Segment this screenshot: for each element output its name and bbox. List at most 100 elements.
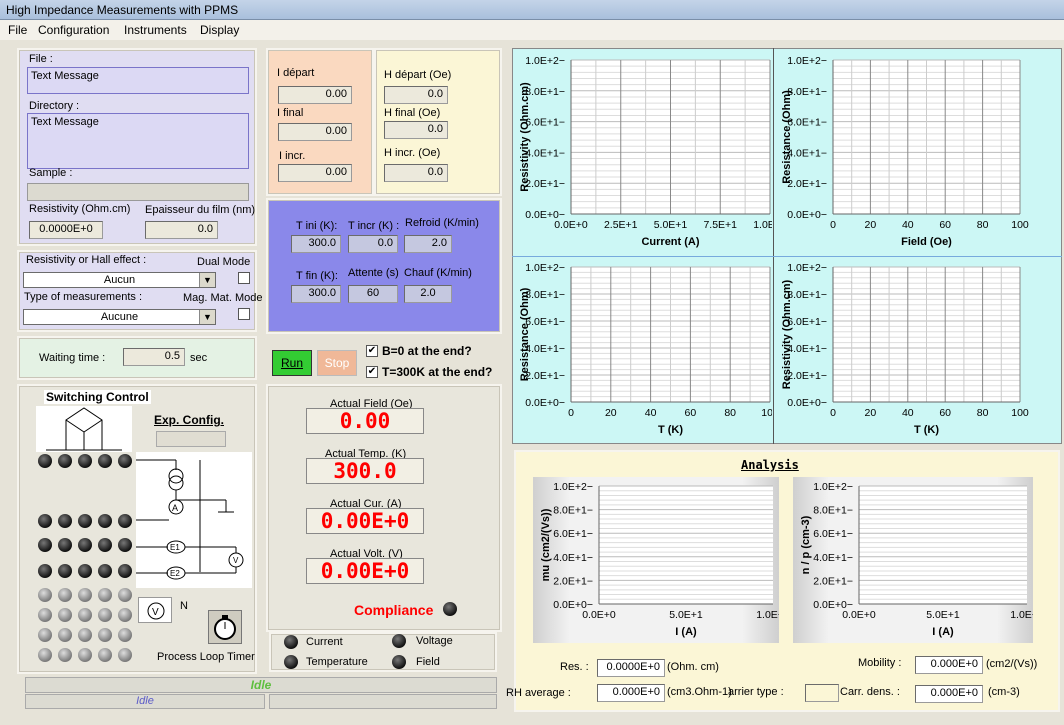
switch-led[interactable] (78, 454, 92, 468)
switch-led[interactable] (58, 648, 72, 662)
i-start-field[interactable]: 0.00 (278, 86, 352, 104)
actual-volt-value: 0.00E+0 (306, 558, 424, 584)
thickness-field[interactable]: 0.0 (145, 221, 218, 239)
attente-field[interactable]: 60 (348, 285, 398, 303)
y-tick-label: 2.0E+1− (525, 178, 565, 190)
y-tick-label: 4.0E+1− (553, 552, 593, 564)
directory-label: Directory : (29, 100, 80, 112)
mobility-field[interactable]: 0.000E+0 (915, 656, 983, 674)
menu-display[interactable]: Display (200, 23, 239, 37)
switch-led[interactable] (58, 454, 72, 468)
switch-led[interactable] (98, 648, 112, 662)
switch-led[interactable] (118, 454, 132, 468)
switch-led[interactable] (98, 538, 112, 552)
i-final-field[interactable]: 0.00 (278, 123, 352, 141)
refroid-label: Refroid (K/min) (405, 217, 479, 229)
switch-led[interactable] (38, 588, 52, 602)
switch-led[interactable] (98, 628, 112, 642)
switch-led[interactable] (78, 514, 92, 528)
res-field[interactable]: 0.0000E+0 (597, 659, 665, 677)
switch-led[interactable] (38, 628, 52, 642)
switch-led[interactable] (58, 514, 72, 528)
chauf-field[interactable]: 2.0 (404, 285, 452, 303)
effect-select[interactable]: Aucun ▼ (23, 272, 216, 288)
switch-led[interactable] (98, 454, 112, 468)
x-axis-label: Current (A) (641, 236, 699, 248)
h-incr-field[interactable]: 0.0 (384, 164, 448, 182)
temperature-indicator-label: Temperature (306, 656, 368, 668)
switch-led[interactable] (118, 608, 132, 622)
switch-led[interactable] (78, 588, 92, 602)
menu-instruments[interactable]: Instruments (124, 23, 187, 37)
type-select[interactable]: Aucune ▼ (23, 309, 216, 325)
switch-led[interactable] (118, 588, 132, 602)
effect-label: Resistivity or Hall effect : (26, 254, 147, 266)
file-field[interactable]: Text Message (27, 67, 249, 94)
t-fin-field[interactable]: 300.0 (291, 285, 341, 303)
h-start-field[interactable]: 0.0 (384, 86, 448, 104)
switch-led[interactable] (78, 564, 92, 578)
directory-field[interactable]: Text Message (27, 113, 249, 169)
actual-temp-value: 300.0 (306, 458, 424, 484)
x-tick-label: 80 (977, 407, 989, 419)
waiting-field[interactable]: 0.5 (123, 348, 185, 366)
run-button[interactable]: Run (272, 350, 312, 376)
mag-mode-checkbox[interactable] (238, 308, 250, 320)
switch-led[interactable] (78, 648, 92, 662)
menu-file[interactable]: File (8, 23, 27, 37)
carrier-type-label: arrier type : (728, 686, 784, 698)
switch-led[interactable] (78, 608, 92, 622)
switch-led[interactable] (38, 608, 52, 622)
sample-field[interactable] (27, 183, 249, 201)
menu-bar: File Configuration Instruments Display (0, 20, 1064, 40)
switch-led[interactable] (58, 564, 72, 578)
switch-led[interactable] (98, 608, 112, 622)
switch-led[interactable] (98, 514, 112, 528)
field-led (392, 655, 406, 669)
switching-title: Switching Control (44, 390, 151, 404)
switch-led[interactable] (58, 588, 72, 602)
refroid-field[interactable]: 2.0 (404, 235, 452, 253)
switch-led[interactable] (38, 514, 52, 528)
switch-led[interactable] (98, 588, 112, 602)
y-tick-label: 2.0E+1− (787, 370, 827, 382)
h-final-field[interactable]: 0.0 (384, 121, 448, 139)
x-tick-label: 40 (902, 219, 914, 231)
switch-led[interactable] (98, 564, 112, 578)
carrier-type-field[interactable] (805, 684, 839, 702)
dual-mode-checkbox[interactable] (238, 272, 250, 284)
switch-led[interactable] (38, 454, 52, 468)
switch-led[interactable] (58, 628, 72, 642)
menu-configuration[interactable]: Configuration (38, 23, 109, 37)
i-incr-field[interactable]: 0.00 (278, 164, 352, 182)
compliance-led (443, 602, 457, 616)
t-ini-field[interactable]: 300.0 (291, 235, 341, 253)
exp-config-field[interactable] (156, 431, 226, 447)
switch-led[interactable] (118, 648, 132, 662)
b0-label: B=0 at the end? (382, 344, 472, 358)
switch-matrix (36, 454, 136, 666)
type-label: Type of measurements : (24, 291, 142, 303)
switch-led[interactable] (58, 538, 72, 552)
switch-led[interactable] (118, 564, 132, 578)
thickness-label: Epaisseur du film (nm) (145, 204, 256, 216)
sample-label: Sample : (29, 167, 73, 179)
t-incr-field[interactable]: 0.0 (348, 235, 398, 253)
switch-led[interactable] (118, 538, 132, 552)
rh-field[interactable]: 0.000E+0 (597, 684, 665, 702)
switch-led[interactable] (78, 628, 92, 642)
switch-led[interactable] (38, 648, 52, 662)
b0-checkbox[interactable]: ✔ (366, 345, 378, 357)
y-tick-label: 8.0E+1− (525, 289, 565, 301)
x-tick-label: 100 (1011, 407, 1029, 419)
switch-led[interactable] (118, 514, 132, 528)
switch-led[interactable] (118, 628, 132, 642)
resistivity-field[interactable]: 0.0000E+0 (29, 221, 103, 239)
stop-button[interactable]: Stop (317, 350, 357, 376)
switch-led[interactable] (78, 538, 92, 552)
switch-led[interactable] (58, 608, 72, 622)
carr-dens-field[interactable]: 0.000E+0 (915, 685, 983, 703)
t300-checkbox[interactable]: ✔ (366, 366, 378, 378)
switch-led[interactable] (38, 564, 52, 578)
switch-led[interactable] (38, 538, 52, 552)
